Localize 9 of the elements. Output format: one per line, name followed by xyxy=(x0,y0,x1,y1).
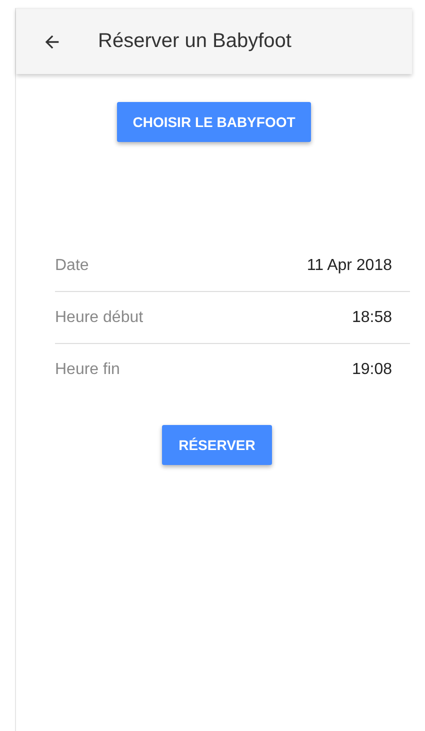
detail-label: Heure fin xyxy=(55,360,120,378)
choose-babyfoot-button[interactable]: CHOISIR LE BABYFOOT xyxy=(116,102,312,142)
detail-label: Heure début xyxy=(55,308,144,326)
reserve-button[interactable]: RÉSERVER xyxy=(162,425,272,465)
screen-title: Réserver un Babyfoot xyxy=(98,30,292,53)
detail-value: 18:58 xyxy=(352,308,392,326)
detail-value: 11 Apr 2018 xyxy=(306,256,392,274)
detail-label: Date xyxy=(55,256,89,274)
detail-value: 19:08 xyxy=(352,360,392,378)
